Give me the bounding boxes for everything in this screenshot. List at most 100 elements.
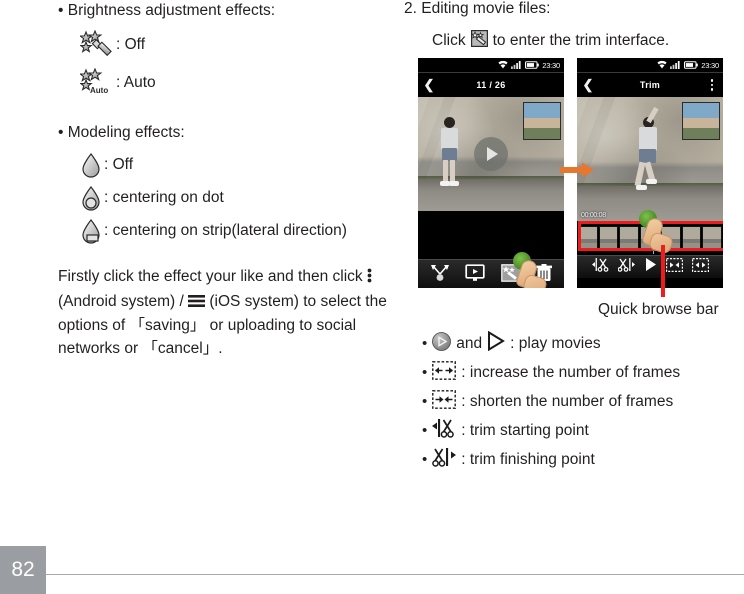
play-triangle-icon[interactable]	[644, 257, 657, 277]
edit-effects-icon	[470, 30, 488, 52]
chevron-left-icon[interactable]: ❮	[577, 77, 599, 93]
play-triangle-icon	[487, 330, 506, 356]
trim-timestamp: 00:00:08	[581, 212, 606, 219]
filmstrip-frame[interactable]	[640, 226, 660, 250]
modeling-item-off-label: : Off	[104, 156, 134, 173]
trim-instruction-after: to enter the trim interface.	[492, 32, 670, 49]
legend-play-conjunction: and	[456, 334, 483, 352]
bullet-dot: •	[422, 364, 428, 381]
teardrop-plain-icon	[80, 152, 102, 178]
manual-page: • Brightness adjustment effects:: Off A…	[0, 0, 744, 594]
battery-icon	[684, 58, 699, 74]
wifi-icon	[498, 58, 508, 74]
legend-increase-frames-label: : increase the number of frames	[461, 363, 681, 381]
shrink-frames-icon[interactable]	[691, 257, 709, 277]
legend-item-shorten-frames: • : shorten the number of frames	[422, 387, 744, 416]
modeling-item-dot: : centering on dot	[80, 185, 388, 211]
wall-poster	[682, 102, 720, 140]
gallery-status-bar: 23:30	[418, 58, 564, 73]
brightness-item-off-label: : Off	[116, 36, 146, 53]
ios-menu-icon	[188, 293, 206, 316]
play-circle-icon[interactable]	[474, 137, 508, 171]
trim-instruction-before: Click	[432, 32, 466, 49]
quick-browse-bar-label: Quick browse bar	[598, 301, 719, 318]
shrink-frames-icon	[432, 389, 457, 414]
slideshow-icon[interactable]	[465, 263, 485, 287]
trim-status-time: 23:30	[701, 60, 719, 70]
legend-item-increase-frames: • : increase the number of frames	[422, 358, 744, 387]
wall-poster	[523, 102, 561, 140]
filmstrip-frame[interactable]	[598, 226, 619, 250]
quick-browse-connector-line	[661, 245, 665, 297]
bullet-dot: •	[422, 335, 428, 352]
instruction-part1: Firstly click the effect your like and t…	[58, 268, 367, 285]
trim-nav-title: Trim	[639, 80, 661, 90]
chevron-left-icon[interactable]: ❮	[418, 77, 440, 93]
modeling-heading-text: • Modeling effects:	[58, 124, 185, 141]
legend-item-trim-end: • : trim finishing point	[422, 445, 744, 474]
trim-start-icon[interactable]	[591, 257, 609, 277]
brightness-item-off: : Off	[78, 29, 388, 60]
trim-end-icon	[432, 446, 457, 473]
signal-icon	[511, 58, 522, 74]
page-number: 82	[11, 558, 35, 581]
trim-end-icon[interactable]	[617, 257, 635, 277]
trim-instruction: Click to enter the trim interface.	[432, 30, 744, 52]
filmstrip-frame[interactable]	[619, 226, 640, 250]
teardrop-dot-icon	[80, 185, 102, 211]
modeling-item-off: : Off	[80, 152, 388, 178]
instruction-paragraph: Firstly click the effect your like and t…	[58, 266, 388, 361]
gallery-nav-bar: ❮ 11 / 26	[418, 73, 564, 97]
legend-trim-start-label: : trim starting point	[461, 421, 589, 439]
signal-icon	[670, 58, 681, 74]
svg-text:Auto: Auto	[90, 86, 108, 95]
teardrop-strip-icon	[80, 218, 102, 244]
footer-rule	[46, 574, 744, 576]
trash-icon[interactable]	[536, 263, 553, 287]
gallery-status-time: 23:30	[542, 60, 560, 70]
legend-item-play: • and : play movies	[422, 329, 744, 358]
gallery-video-preview[interactable]	[418, 97, 564, 211]
editing-heading: 2. Editing movie files:	[404, 0, 551, 17]
gallery-nav-title: 11 / 26	[476, 80, 506, 90]
play-circle-icon	[432, 331, 452, 356]
modeling-item-strip-label: : centering on strip(lateral direction)	[104, 222, 347, 239]
brightness-item-auto-label: : Auto	[116, 74, 156, 91]
battery-icon	[525, 58, 540, 74]
gallery-toolbar	[418, 259, 564, 288]
instruction-part2: (Android system) /	[58, 292, 189, 310]
wifi-icon	[657, 58, 667, 74]
left-column: • Brightness adjustment effects:: Off A…	[58, 0, 388, 361]
trim-video-preview[interactable]: 00:00:08	[577, 97, 723, 221]
filmstrip-frame[interactable]	[578, 226, 598, 250]
android-overflow-icon	[367, 268, 372, 291]
expand-frames-icon[interactable]	[665, 257, 683, 277]
legend-shorten-frames-label: : shorten the number of frames	[461, 392, 674, 410]
edit-effects-icon[interactable]	[500, 263, 521, 287]
magic-wand-icon	[78, 29, 114, 60]
magic-wand-auto-icon: Auto	[78, 67, 114, 98]
phone-trim-screenshot: 23:30 ❮ Trim 00:00:08	[577, 58, 723, 288]
trim-status-bar: 23:30	[577, 58, 723, 73]
android-overflow-icon[interactable]	[701, 79, 723, 91]
gallery-spacer	[418, 211, 564, 259]
phone-gallery-screenshot: 23:30 ❮ 11 / 26	[418, 58, 564, 288]
trim-nav-bar: ❮ Trim	[577, 73, 723, 97]
person-figure-jumping	[629, 106, 663, 197]
bullet-dot: •	[422, 422, 428, 439]
share-icon[interactable]	[430, 264, 450, 287]
brightness-item-auto: Auto : Auto	[78, 67, 388, 98]
brightness-heading-text: • Brightness adjustment effects:	[58, 2, 276, 19]
brightness-heading: • Brightness adjustment effects:	[58, 0, 388, 22]
quick-browse-bar[interactable]	[577, 221, 723, 255]
expand-frames-icon	[432, 360, 457, 385]
bullet-dot: •	[422, 451, 428, 468]
filmstrip-frame[interactable]	[702, 226, 723, 250]
filmstrip-frame[interactable]	[681, 226, 702, 250]
trim-icon-legend: • and : play movies •: increase the num…	[422, 329, 744, 474]
trim-start-icon	[432, 417, 456, 444]
right-column: 2. Editing movie files: Click to enter t…	[404, 0, 744, 52]
trim-toolbar	[577, 255, 723, 278]
bullet-dot: •	[422, 393, 428, 410]
modeling-heading: • Modeling effects:	[58, 122, 388, 144]
